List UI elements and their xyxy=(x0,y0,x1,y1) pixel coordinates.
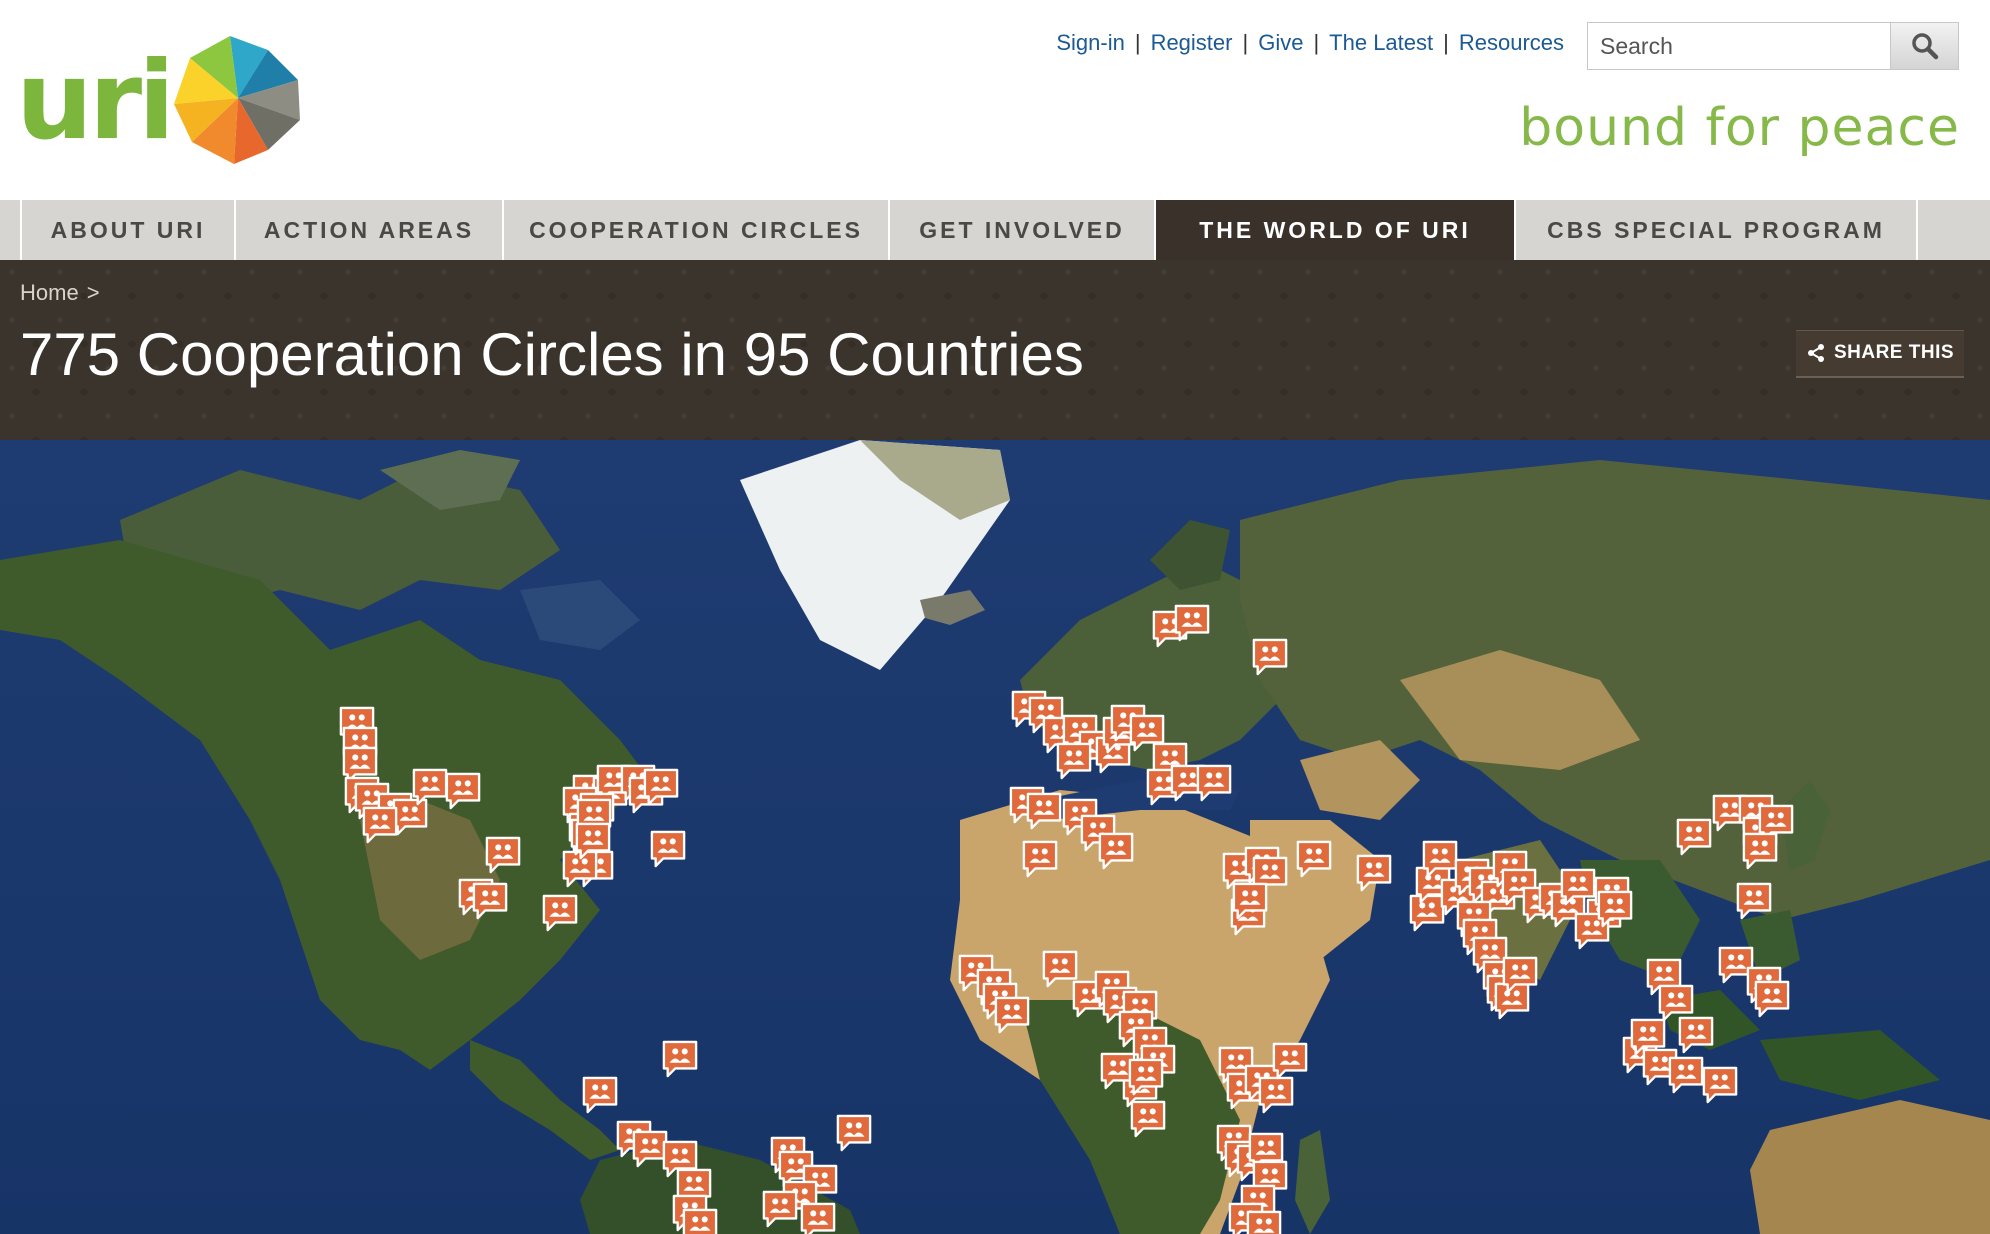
search-icon xyxy=(1912,33,1939,60)
nav-spacer xyxy=(1916,200,1990,260)
give-link[interactable]: Give xyxy=(1258,30,1303,55)
satellite-map[interactable] xyxy=(0,440,1990,1234)
cooperation-circle-marker[interactable] xyxy=(682,1208,718,1234)
nav-cooperation-circles[interactable]: COOPERATION CIRCLES xyxy=(502,200,888,260)
breadcrumb-separator: > xyxy=(86,280,100,305)
nav-action-areas[interactable]: ACTION AREAS xyxy=(234,200,502,260)
search-box xyxy=(1587,22,1959,70)
world-map[interactable] xyxy=(0,440,1990,1234)
search-button[interactable] xyxy=(1890,23,1958,69)
separator: | xyxy=(1134,30,1141,55)
sign-in-link[interactable]: Sign-in xyxy=(1056,30,1124,55)
nav-get-involved[interactable]: GET INVOLVED xyxy=(888,200,1154,260)
pinwheel-logo-icon xyxy=(174,36,300,164)
cooperation-circle-marker[interactable] xyxy=(800,1202,836,1234)
tagline: bound for peace xyxy=(1519,98,1960,158)
separator: | xyxy=(1313,30,1320,55)
breadcrumb: Home > xyxy=(20,280,100,306)
share-icon xyxy=(1807,344,1824,362)
utility-nav: Sign-in | Register | Give | The Latest | Resourc… xyxy=(1056,30,1564,56)
uri-logo[interactable]: uri xyxy=(16,16,316,176)
main-nav: ABOUT URI ACTION AREAS COOPERATION CIRCL… xyxy=(0,200,1990,260)
nav-about-uri[interactable]: ABOUT URI xyxy=(20,200,234,260)
share-label: SHARE THIS xyxy=(1833,342,1955,363)
search-input[interactable] xyxy=(1588,23,1890,69)
separator: | xyxy=(1443,30,1449,55)
breadcrumb-home[interactable]: Home xyxy=(20,280,79,305)
the-latest-link[interactable]: The Latest xyxy=(1329,30,1433,55)
separator: | xyxy=(1242,30,1249,55)
register-link[interactable]: Register xyxy=(1151,30,1233,55)
share-button[interactable]: SHARE THIS xyxy=(1796,330,1964,378)
nav-the-world-of-uri[interactable]: THE WORLD OF URI xyxy=(1154,200,1514,260)
page-title: 775 Cooperation Circles in 95 Countries xyxy=(20,321,1084,388)
title-band: Home > 775 Cooperation Circles in 95 Coun… xyxy=(0,260,1990,440)
resources-link[interactable]: Resources xyxy=(1459,30,1564,55)
cooperation-circle-marker[interactable] xyxy=(1246,1210,1282,1234)
site-header: uri Sign-in | Register | Give | The Latest | Res… xyxy=(0,0,1990,200)
nav-cbs-special-program[interactable]: CBS SPECIAL PROGRAM xyxy=(1514,200,1916,260)
